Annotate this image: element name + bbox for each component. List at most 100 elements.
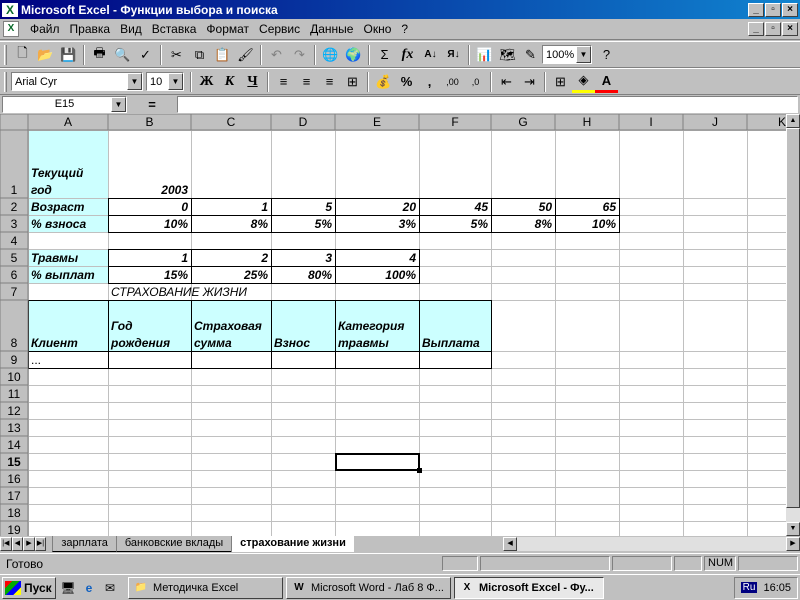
decrease-indent-icon[interactable]: ⇤ — [495, 71, 518, 93]
worksheet-grid[interactable]: A B C D E F G H I J K 1 2 3 4 5 6 7 8 9 10 11 12 13 14 15 16 17 18 19… — [0, 114, 786, 536]
copy-icon[interactable]: ⧉ — [188, 44, 211, 66]
chevron-down-icon[interactable]: ▼ — [127, 73, 142, 90]
language-indicator[interactable]: Ru — [740, 582, 758, 593]
doc-restore-button[interactable]: ▫ — [765, 22, 781, 36]
menu-item-5[interactable]: Сервис — [254, 22, 305, 36]
menu-item-0[interactable]: Файл — [25, 22, 65, 36]
name-box[interactable]: E15 ▼ — [2, 96, 127, 113]
italic-icon[interactable]: К — [218, 71, 241, 93]
zoom-combo[interactable]: 100% ▼ — [542, 45, 592, 64]
chevron-down-icon[interactable]: ▼ — [576, 46, 591, 63]
font-combo[interactable]: Arial Cyr ▼ — [11, 72, 143, 91]
outlook-icon[interactable]: ✉ — [101, 579, 119, 597]
internet-explorer-icon[interactable]: e — [80, 579, 98, 597]
cell-C3: 8% — [251, 217, 269, 231]
doc-close-button[interactable]: × — [782, 22, 798, 36]
menu-item-7[interactable]: Окно — [358, 22, 396, 36]
grid-canvas[interactable]: A B C D E F G H I J K12345678910111213141516171819… — [0, 114, 786, 536]
taskbar-button-1[interactable]: W Microsoft Word - Лаб 8 Ф... — [286, 576, 451, 599]
decrease-decimal-icon[interactable]: ,0 — [464, 71, 487, 93]
chevron-down-icon[interactable]: ▼ — [168, 73, 183, 90]
menu-item-2[interactable]: Вид — [115, 22, 147, 36]
open-icon[interactable]: 📂 — [34, 44, 57, 66]
autosum-icon[interactable]: Σ — [373, 44, 396, 66]
prev-sheet-icon[interactable]: ◀ — [11, 537, 24, 551]
merge-center-icon[interactable]: ⊞ — [341, 71, 364, 93]
bold-icon[interactable]: Ж — [195, 71, 218, 93]
sheet-tab-0[interactable]: зарплата — [52, 536, 116, 552]
map-icon[interactable]: 🗺 — [496, 44, 519, 66]
cell-border — [108, 198, 192, 216]
sort-descending-icon[interactable]: Я↓ — [442, 44, 465, 66]
chart-wizard-icon[interactable]: 📊 — [473, 44, 496, 66]
hyperlink-icon[interactable]: 🌐 — [319, 44, 342, 66]
desktop-icon[interactable]: 🖥 — [59, 579, 77, 597]
sort-ascending-icon[interactable]: A↓ — [419, 44, 442, 66]
scroll-left-icon[interactable]: ◀ — [503, 537, 518, 551]
sheet-tab-1[interactable]: банковские вклады — [115, 536, 232, 552]
increase-decimal-icon[interactable]: ,00 — [441, 71, 464, 93]
print-icon[interactable]: 🖶 — [88, 44, 111, 66]
excel-icon[interactable]: X — [2, 2, 18, 17]
selected-cell[interactable] — [335, 453, 420, 471]
font-color-icon[interactable]: A — [595, 71, 618, 93]
row-header-label: 5 — [11, 251, 18, 265]
comma-style-icon[interactable]: , — [418, 71, 441, 93]
fill-handle[interactable] — [417, 468, 422, 473]
formula-input[interactable] — [177, 96, 798, 113]
currency-icon[interactable]: 💰 — [372, 71, 395, 93]
start-button[interactable]: Пуск — [2, 576, 56, 599]
equals-button[interactable]: = — [127, 97, 177, 112]
cut-icon[interactable]: ✂ — [165, 44, 188, 66]
vertical-scrollbar[interactable]: ▲ ▼ — [786, 114, 800, 536]
align-right-icon[interactable]: ≡ — [318, 71, 341, 93]
undo-icon[interactable]: ↶ — [265, 44, 288, 66]
web-toolbar-icon[interactable]: 🌍 — [342, 44, 365, 66]
percent-icon[interactable]: % — [395, 71, 418, 93]
paste-icon[interactable]: 📋 — [211, 44, 234, 66]
increase-indent-icon[interactable]: ⇥ — [518, 71, 541, 93]
office-assistant-icon[interactable]: ? — [595, 44, 618, 66]
menu-item-8[interactable]: ? — [396, 22, 413, 36]
select-all-corner[interactable] — [0, 114, 29, 131]
scroll-down-icon[interactable]: ▼ — [786, 522, 800, 536]
document-icon[interactable]: X — [3, 21, 19, 37]
scroll-right-icon[interactable]: ▶ — [786, 537, 800, 551]
format-painter-icon[interactable]: 🖌 — [234, 44, 257, 66]
align-left-icon[interactable]: ≡ — [272, 71, 295, 93]
row-header-label: 18 — [7, 506, 21, 520]
redo-icon[interactable]: ↷ — [288, 44, 311, 66]
menu-item-1[interactable]: Правка — [65, 22, 116, 36]
minimize-button[interactable]: _ — [748, 2, 764, 17]
close-button[interactable]: × — [782, 2, 798, 17]
sheet-tab-2[interactable]: страхование жизни — [231, 536, 354, 552]
align-center-icon[interactable]: ≡ — [295, 71, 318, 93]
horizontal-scrollbar[interactable]: ◀ ▶ — [503, 537, 800, 551]
scroll-up-icon[interactable]: ▲ — [786, 114, 800, 128]
last-sheet-icon[interactable]: ▶| — [34, 537, 47, 551]
taskbar-button-0[interactable]: 📁 Методичка Excel — [128, 576, 283, 599]
font-size-combo[interactable]: 10 ▼ — [146, 72, 184, 91]
save-icon[interactable]: 💾 — [57, 44, 80, 66]
formula-bar: E15 ▼ = — [0, 95, 800, 114]
next-sheet-icon[interactable]: ▶ — [23, 537, 35, 551]
doc-minimize-button[interactable]: _ — [748, 22, 764, 36]
drawing-icon[interactable]: ✎ — [519, 44, 542, 66]
borders-icon[interactable]: ⊞ — [549, 71, 572, 93]
taskbar-button-2[interactable]: X Microsoft Excel - Фу... — [454, 576, 604, 599]
spelling-icon[interactable]: ✓ — [134, 44, 157, 66]
fill-color-icon[interactable]: ◈ — [572, 71, 595, 93]
menu-item-4[interactable]: Формат — [201, 22, 254, 36]
print-preview-icon[interactable]: 🔍 — [111, 44, 134, 66]
chevron-down-icon[interactable]: ▼ — [111, 97, 126, 112]
menu-item-6[interactable]: Данные — [305, 22, 358, 36]
column-header-label: E — [373, 115, 381, 129]
new-icon[interactable]: 🗋 — [11, 44, 34, 66]
underline-icon[interactable]: Ч — [241, 71, 264, 93]
scroll-thumb[interactable] — [786, 128, 800, 508]
function-icon[interactable]: fx — [396, 44, 419, 66]
first-sheet-icon[interactable]: |◀ — [0, 537, 12, 551]
cell-D3: 5% — [315, 217, 333, 231]
maximize-button[interactable]: ▫ — [765, 2, 781, 17]
menu-item-3[interactable]: Вставка — [147, 22, 202, 36]
